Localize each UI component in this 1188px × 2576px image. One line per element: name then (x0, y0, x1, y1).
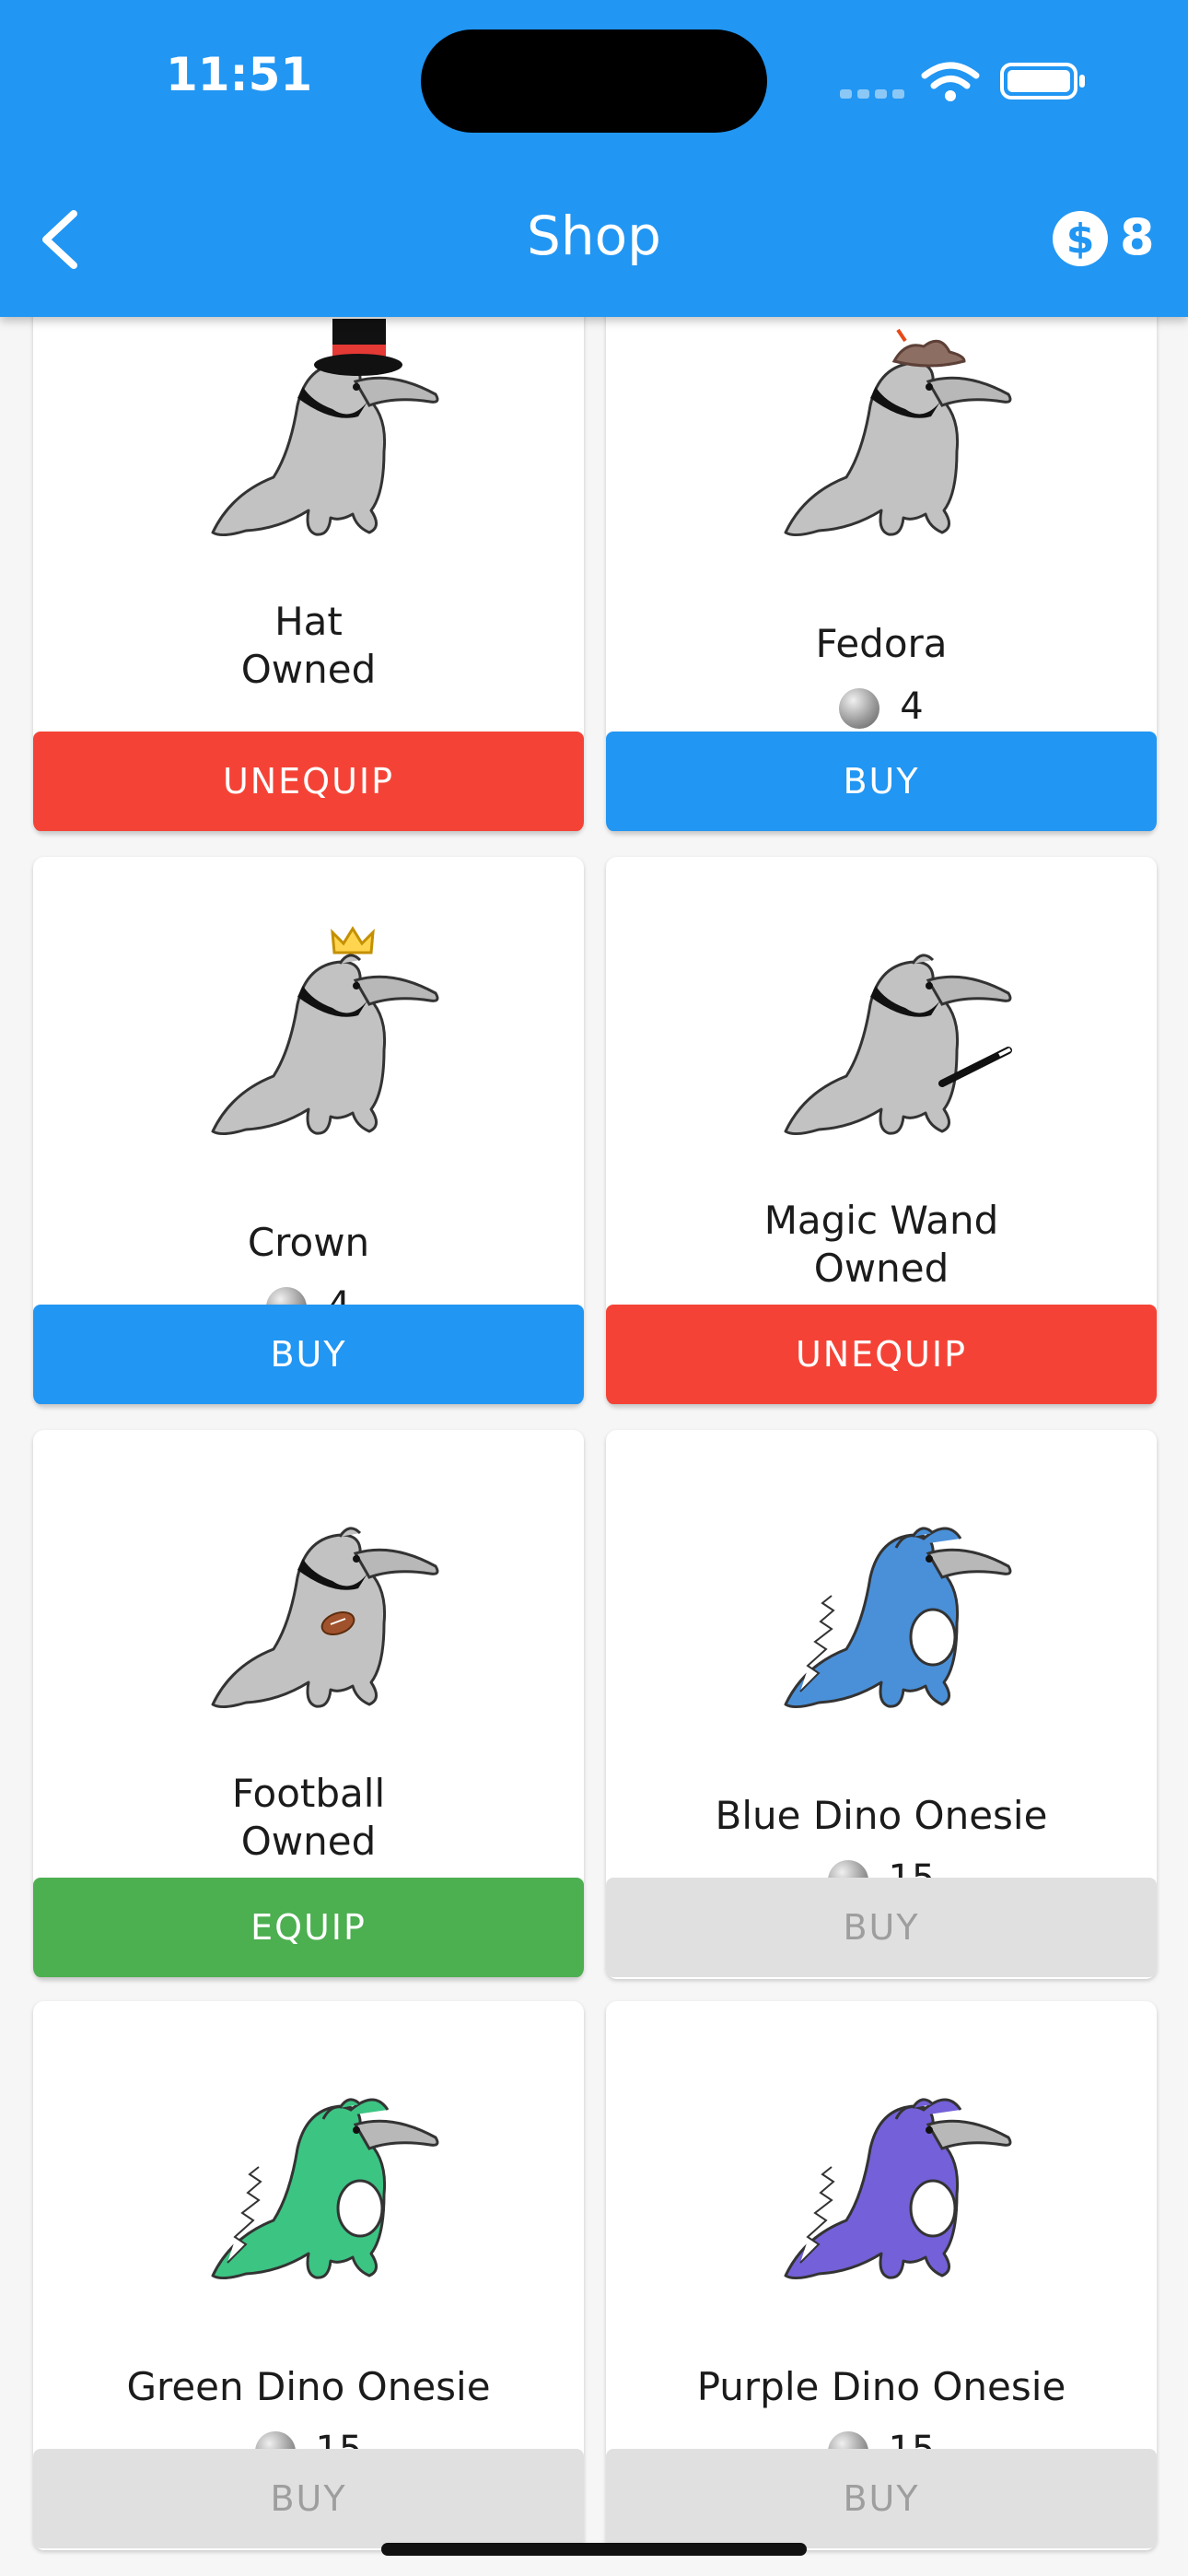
home-indicator (381, 2543, 807, 2556)
dynamic-island (421, 29, 767, 133)
item-name: Purple Dino Onesie (696, 2364, 1066, 2409)
anteater-dino-onesie-image (784, 2098, 1012, 2280)
buy-button-disabled: BUY (606, 2449, 1157, 2548)
item-name: Magic Wand (763, 1198, 999, 1243)
shop-item-card: Purple Dino Onesie15BUY (606, 2001, 1157, 2550)
coin-balance: 8 (1120, 208, 1155, 266)
owned-label: Owned (240, 647, 377, 692)
anteater-top-hat-image (211, 319, 439, 537)
shop-item-card: Football Owned EQUIP (33, 1430, 584, 1979)
battery-icon (1000, 63, 1085, 100)
unequip-button[interactable]: UNEQUIP (33, 732, 584, 831)
shop-item-card: Magic Wand Owned UNEQUIP (606, 857, 1157, 1406)
status-time: 11:51 (166, 48, 313, 101)
item-name: Hat (274, 599, 343, 644)
buy-button-disabled: BUY (33, 2449, 584, 2548)
item-name: Blue Dino Onesie (715, 1793, 1048, 1838)
item-name: Football (231, 1771, 386, 1816)
page-title: Shop (527, 205, 661, 267)
cellular-signal-icon (840, 85, 910, 102)
shop-item-card: Blue Dino Onesie15BUY (606, 1430, 1157, 1979)
dollar-coin-icon: $ (1053, 211, 1108, 266)
coin-icon (839, 688, 880, 729)
anteater-magic-wand-image (784, 954, 1012, 1136)
buy-button[interactable]: BUY (33, 1305, 584, 1404)
shop-item-card: Crown4BUY (33, 857, 584, 1406)
shop-item-card: Hat Owned UNEQUIP (33, 304, 584, 833)
equip-button[interactable]: EQUIP (33, 1878, 584, 1977)
unequip-button[interactable]: UNEQUIP (606, 1305, 1157, 1404)
item-name: Crown (247, 1220, 370, 1265)
buy-button[interactable]: BUY (606, 732, 1157, 831)
price-value: 4 (900, 685, 924, 728)
anteater-dino-onesie-image (211, 2098, 439, 2280)
owned-label: Owned (813, 1246, 949, 1291)
item-name: Green Dino Onesie (126, 2364, 491, 2409)
wifi-icon (921, 62, 980, 101)
anteater-fedora-image (784, 328, 1012, 537)
price-row: 4 (606, 684, 1157, 730)
svg-text:$: $ (1066, 216, 1095, 263)
buy-button-disabled: BUY (606, 1878, 1157, 1977)
anteater-dino-onesie-image (784, 1527, 1012, 1709)
app-bar: 11:51 Shop $ 8 (0, 0, 1188, 317)
shop-item-card: Fedora 4 BUY (606, 304, 1157, 833)
shop-item-card: Green Dino Onesie15BUY (33, 2001, 584, 2550)
owned-label: Owned (240, 1819, 377, 1864)
anteater-football-image (211, 1527, 439, 1709)
anteater-crown-image (211, 926, 439, 1136)
item-name: Fedora (815, 621, 948, 666)
